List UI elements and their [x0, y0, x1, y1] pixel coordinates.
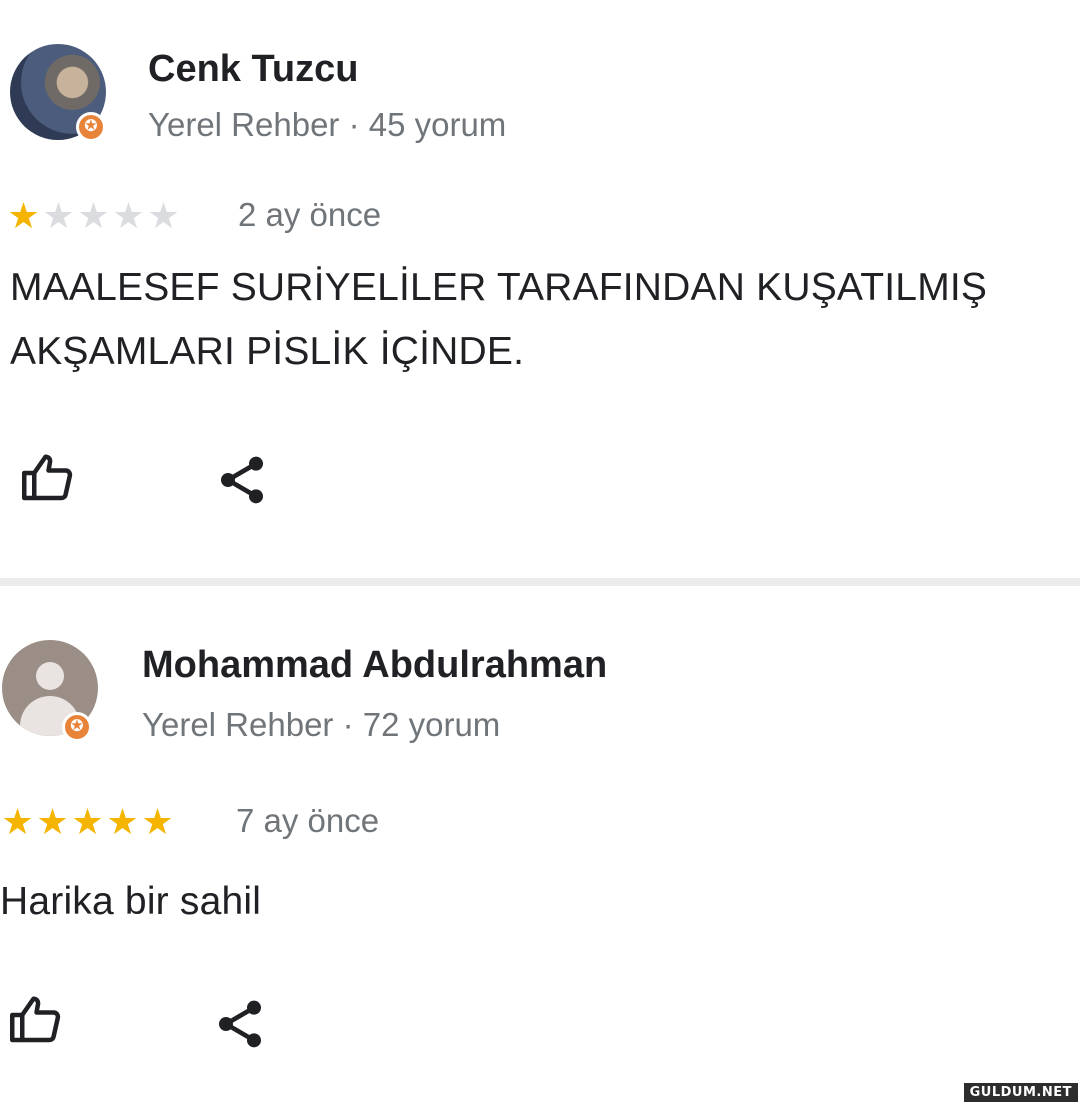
review-card: ✪ Cenk Tuzcu Yerel Rehber · 45 yorum ★ ★… [0, 0, 1080, 578]
review-text: Harika bir sahil [0, 880, 262, 923]
star-icon: ★ [36, 801, 69, 842]
reviewer-name[interactable]: Cenk Tuzcu [148, 48, 358, 91]
review-time: 2 ay önce [238, 196, 382, 233]
reviewer-meta: Yerel Rehber · 45 yorum [148, 106, 507, 143]
star-rating: ★ ★ ★ ★ ★ [0, 804, 175, 840]
watermark: GULDUM.NET [963, 1083, 1078, 1102]
star-icon: ★ [106, 801, 139, 842]
review-card: ✪ Mohammad Abdulrahman Yerel Rehber · 72… [0, 586, 1080, 1106]
star-rating: ★ ★ ★ ★ ★ [6, 198, 181, 234]
reviewer-name[interactable]: Mohammad Abdulrahman [142, 644, 607, 687]
star-icon: ★ [141, 801, 174, 842]
reviewer-meta: Yerel Rehber · 72 yorum [142, 706, 501, 743]
review-text: MAALESEF SURİYELİLER TARAFINDAN KUŞATILM… [10, 266, 988, 373]
star-icon: ★ [112, 195, 145, 236]
star-icon: ★ [147, 195, 180, 236]
share-icon[interactable] [214, 452, 270, 513]
star-icon: ★ [77, 195, 110, 236]
local-guide-badge-icon: ✪ [76, 112, 106, 142]
thumbs-up-icon[interactable] [18, 448, 78, 513]
star-icon: ★ [1, 801, 34, 842]
star-icon: ★ [7, 195, 40, 236]
review-time: 7 ay önce [236, 802, 380, 839]
star-icon: ★ [42, 195, 75, 236]
thumbs-up-icon[interactable] [6, 990, 66, 1055]
local-guide-badge-icon: ✪ [62, 712, 92, 742]
share-icon[interactable] [212, 996, 268, 1057]
star-icon: ★ [71, 801, 104, 842]
divider [0, 578, 1080, 586]
